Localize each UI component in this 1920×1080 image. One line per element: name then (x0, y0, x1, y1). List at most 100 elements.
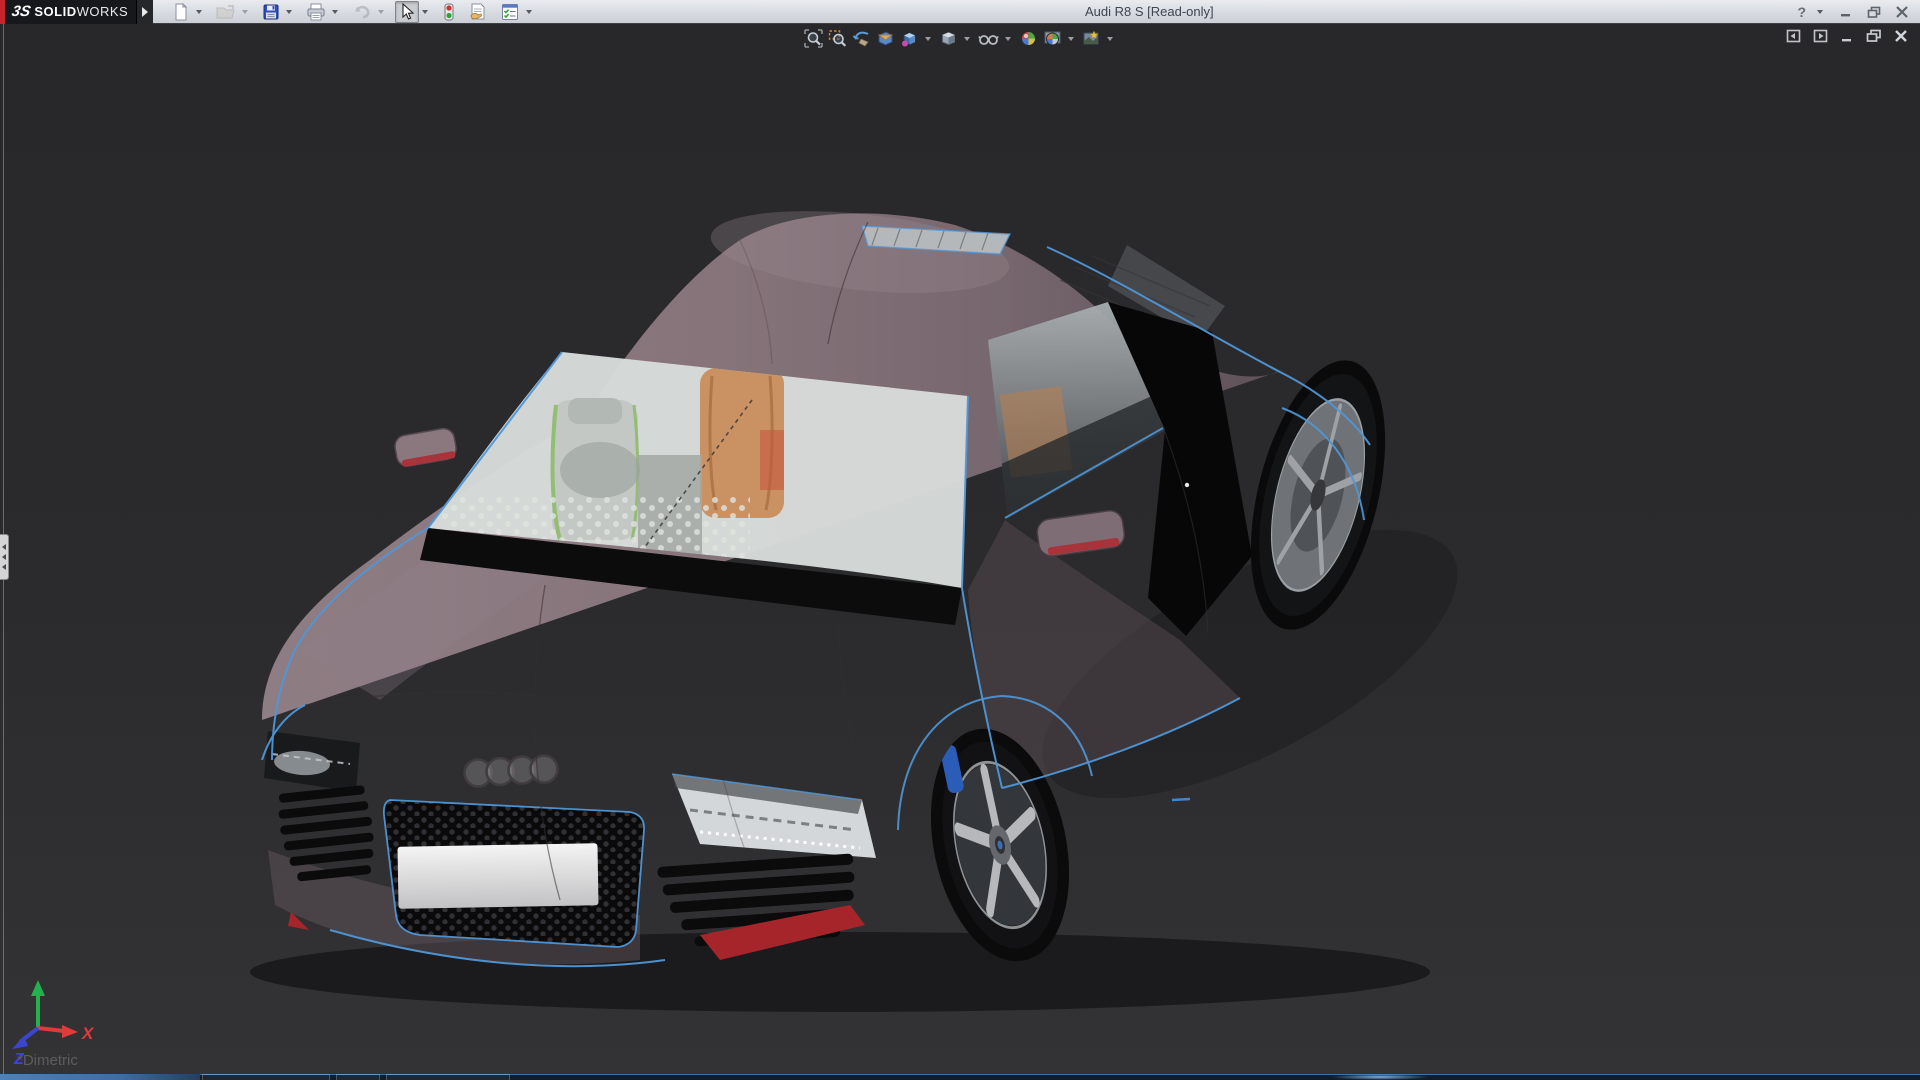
windows-taskbar-sliver[interactable] (0, 1074, 1920, 1080)
undo-icon (352, 3, 372, 21)
taskbar-button[interactable] (336, 1074, 380, 1080)
graphics-area[interactable]: X Z (0, 24, 1920, 1074)
zoom-to-fit-button[interactable] (803, 28, 824, 49)
file-properties-button[interactable] (465, 1, 491, 23)
view-orientation-dropdown[interactable] (925, 37, 931, 41)
app-minimize-button[interactable] (1836, 3, 1856, 21)
flyout-arrow-icon (142, 7, 148, 17)
previous-view-button[interactable] (851, 28, 872, 49)
titlebar-window-controls: ? (1797, 0, 1912, 24)
rebuild-button[interactable] (439, 1, 459, 23)
options-icon (500, 3, 520, 21)
new-document-dropdown[interactable] (196, 10, 202, 14)
print-icon (306, 3, 326, 21)
menu-flyout-button[interactable] (136, 0, 153, 24)
select-tool-button[interactable] (395, 1, 419, 23)
doc-minimize-icon (1840, 29, 1854, 43)
view-orientation-icon (900, 29, 919, 48)
right-headlight (672, 774, 876, 858)
brand-name-bold: SOLID (34, 4, 76, 19)
view-orientation-button[interactable] (899, 28, 920, 49)
section-view-icon (876, 29, 895, 48)
help-button[interactable]: ? (1797, 4, 1806, 20)
headsup-view-toolbar (797, 27, 1123, 50)
app-close-button[interactable] (1892, 3, 1912, 21)
taskbar-button[interactable] (386, 1074, 510, 1080)
previous-view-icon (852, 29, 871, 48)
doc-close-icon (1894, 29, 1908, 43)
triad-x-label: X (81, 1024, 95, 1043)
open-document-button[interactable] (213, 1, 239, 23)
hide-show-items-icon (978, 29, 999, 48)
display-style-button[interactable] (938, 28, 959, 49)
options-dropdown[interactable] (526, 10, 532, 14)
solidworks-logo: 3S SOLIDWORKS (0, 0, 136, 24)
new-document-button[interactable] (169, 1, 193, 23)
left-mirror (393, 427, 457, 468)
left-headlight (264, 731, 360, 792)
print-button[interactable] (303, 1, 329, 23)
brand-name-light: WORKS (77, 4, 129, 19)
title-bar: 3S SOLIDWORKS (0, 0, 1920, 24)
app-restore-button[interactable] (1864, 3, 1884, 21)
pane-right-button[interactable] (1811, 28, 1829, 44)
car-model[interactable] (250, 199, 1495, 1012)
window-title: Audi R8 S [Read-only] (1085, 0, 1214, 24)
taskbar-glow (1330, 1074, 1430, 1080)
brand-red-stripe (0, 0, 5, 24)
undo-button[interactable] (349, 1, 375, 23)
new-document-icon (172, 3, 190, 21)
right-mirror (1036, 509, 1126, 558)
open-document-dropdown[interactable] (242, 10, 248, 14)
view-settings-dropdown[interactable] (1107, 37, 1113, 41)
select-tool-dropdown[interactable] (422, 10, 428, 14)
edit-appearance-button[interactable] (1018, 28, 1039, 49)
view-settings-button[interactable] (1081, 28, 1102, 49)
apply-scene-icon (1043, 29, 1062, 48)
save-dropdown[interactable] (286, 10, 292, 14)
open-document-icon (216, 3, 236, 21)
license-plate-blank (397, 843, 598, 908)
apply-scene-dropdown[interactable] (1068, 37, 1074, 41)
print-dropdown[interactable] (332, 10, 338, 14)
collapse-arrow-icon (2, 554, 6, 560)
edit-appearance-icon (1019, 29, 1038, 48)
doc-restore-button[interactable] (1865, 28, 1883, 44)
help-dropdown[interactable] (1817, 10, 1823, 14)
taskbar-button[interactable] (202, 1074, 330, 1080)
close-icon (1895, 6, 1909, 18)
feature-manager-collapse-tab[interactable] (0, 534, 9, 580)
document-window-controls (1784, 28, 1910, 44)
graphics-viewport[interactable]: X Z (0, 24, 1920, 1074)
hide-show-items-dropdown[interactable] (1005, 37, 1011, 41)
save-icon (262, 3, 280, 21)
options-button[interactable] (497, 1, 523, 23)
undo-dropdown[interactable] (378, 10, 384, 14)
audi-rings-logo (465, 756, 558, 787)
solidworks-window: 3S SOLIDWORKS (0, 0, 1920, 1080)
select-cursor-icon (398, 3, 416, 21)
doc-restore-icon (1866, 29, 1882, 43)
doc-minimize-button[interactable] (1838, 28, 1856, 44)
vertex-point (1185, 483, 1189, 487)
section-view-button[interactable] (875, 28, 896, 49)
zoom-to-fit-icon (804, 29, 823, 48)
standard-toolbar (169, 0, 537, 24)
collapse-arrow-icon (2, 564, 6, 570)
collapse-arrow-icon (2, 544, 6, 550)
minimize-icon (1839, 6, 1853, 18)
display-style-dropdown[interactable] (964, 37, 970, 41)
save-button[interactable] (259, 1, 283, 23)
taskbar-start-segment[interactable] (0, 1074, 200, 1080)
pane-left-button[interactable] (1784, 28, 1802, 44)
apply-scene-button[interactable] (1042, 28, 1063, 49)
zoom-to-area-button[interactable] (827, 28, 848, 49)
rebuild-traffic-light-icon (442, 3, 456, 21)
restore-icon (1867, 6, 1882, 19)
front-grille (384, 800, 644, 947)
doc-close-button[interactable] (1892, 28, 1910, 44)
selected-edge-mark (1172, 799, 1190, 800)
zoom-to-area-icon (828, 29, 847, 48)
display-style-icon (939, 29, 958, 48)
hide-show-items-button[interactable] (977, 28, 1000, 49)
